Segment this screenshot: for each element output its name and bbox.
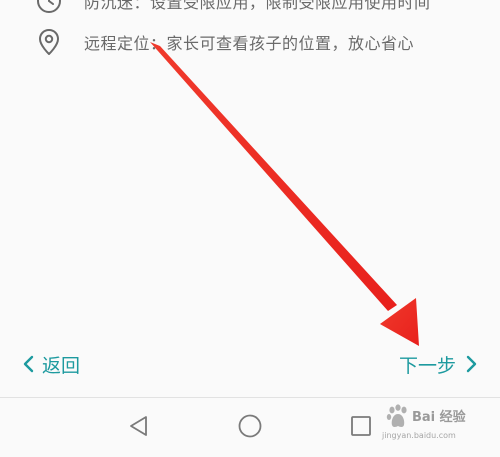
- watermark-url: jingyan.baidu.com: [382, 431, 456, 440]
- back-button[interactable]: 返回: [22, 348, 80, 380]
- feature-row-anti-addiction: 防沉迷：设置受限应用，限制受限应用使用时间: [36, 0, 431, 16]
- circle-home-icon: [237, 413, 263, 443]
- next-step-button[interactable]: 下一步: [399, 348, 478, 380]
- square-recents-icon: [349, 414, 373, 442]
- annotation-arrow-head: [380, 298, 419, 346]
- baidu-jingyan-watermark: Bai 经验 jingyan.baidu.com: [382, 404, 494, 448]
- annotation-arrow: [150, 42, 419, 346]
- clock-icon: [36, 0, 62, 15]
- back-button-label: 返回: [42, 354, 81, 377]
- setup-screen: 防沉迷：设置受限应用，限制受限应用使用时间 远程定位：家长可查看孩子的位置，放心…: [0, 0, 500, 457]
- system-back-button[interactable]: [125, 414, 153, 442]
- system-recents-button[interactable]: [347, 414, 375, 442]
- watermark-title: Bai 经验: [412, 410, 466, 425]
- system-home-button[interactable]: [236, 414, 264, 442]
- paw-logo-icon: [386, 404, 410, 434]
- feature-text-anti-addiction: 防沉迷：设置受限应用，限制受限应用使用时间: [84, 0, 431, 12]
- annotation-arrow-shaft: [150, 42, 397, 311]
- feature-row-remote-location: 远程定位：家长可查看孩子的位置，放心省心: [36, 27, 414, 57]
- triangle-back-icon: [127, 414, 151, 442]
- chevron-right-icon: [466, 355, 478, 373]
- chevron-left-icon: [22, 355, 34, 373]
- next-step-button-label: 下一步: [398, 354, 456, 377]
- feature-text-remote-location: 远程定位：家长可查看孩子的位置，放心省心: [84, 34, 415, 53]
- location-pin-icon: [36, 28, 62, 56]
